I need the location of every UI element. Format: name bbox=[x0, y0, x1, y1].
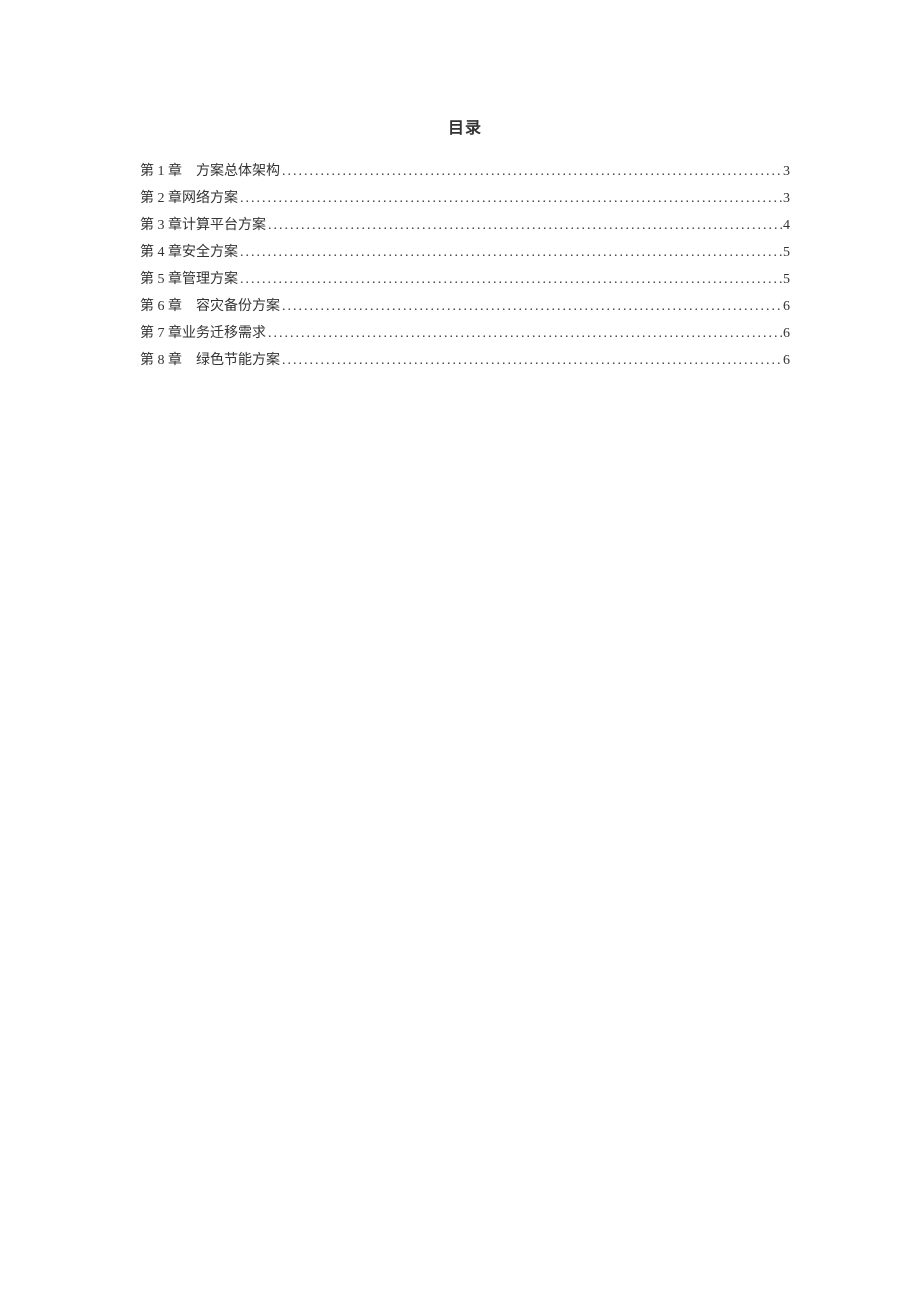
toc-list: 第 1 章 方案总体架构 3 第 2 章网络方案 3 第 3 章计算平台方案 4… bbox=[140, 158, 790, 374]
toc-entry: 第 3 章计算平台方案 4 bbox=[140, 212, 790, 239]
toc-entry-leader bbox=[238, 185, 783, 212]
toc-entry: 第 2 章网络方案 3 bbox=[140, 185, 790, 212]
toc-entry: 第 7 章业务迁移需求 6 bbox=[140, 320, 790, 347]
toc-entry: 第 6 章 容灾备份方案 6 bbox=[140, 293, 790, 320]
toc-entry-label: 第 8 章 绿色节能方案 bbox=[140, 347, 280, 374]
toc-entry-label: 第 2 章网络方案 bbox=[140, 185, 238, 212]
toc-entry-leader bbox=[266, 320, 783, 347]
toc-entry-label: 第 6 章 容灾备份方案 bbox=[140, 293, 280, 320]
toc-entry-page: 3 bbox=[783, 158, 790, 185]
toc-entry: 第 4 章安全方案 5 bbox=[140, 239, 790, 266]
toc-entry-label: 第 1 章 方案总体架构 bbox=[140, 158, 280, 185]
toc-entry-leader bbox=[266, 212, 783, 239]
toc-entry: 第 1 章 方案总体架构 3 bbox=[140, 158, 790, 185]
toc-entry-page: 6 bbox=[783, 293, 790, 320]
toc-entry-label: 第 4 章安全方案 bbox=[140, 239, 238, 266]
toc-title: 目录 bbox=[140, 114, 790, 138]
toc-entry-page: 6 bbox=[783, 320, 790, 347]
toc-entry-leader bbox=[280, 293, 783, 320]
toc-entry-page: 5 bbox=[783, 239, 790, 266]
toc-entry-page: 3 bbox=[783, 185, 790, 212]
toc-entry: 第 5 章管理方案 5 bbox=[140, 266, 790, 293]
toc-entry-page: 5 bbox=[783, 266, 790, 293]
toc-entry: 第 8 章 绿色节能方案 6 bbox=[140, 347, 790, 374]
toc-entry-leader bbox=[280, 347, 783, 374]
toc-entry-label: 第 5 章管理方案 bbox=[140, 266, 238, 293]
toc-entry-label: 第 7 章业务迁移需求 bbox=[140, 320, 266, 347]
toc-entry-leader bbox=[238, 239, 783, 266]
toc-entry-page: 4 bbox=[783, 212, 790, 239]
document-page: 目录 第 1 章 方案总体架构 3 第 2 章网络方案 3 第 3 章计算平台方… bbox=[0, 0, 920, 374]
toc-entry-leader bbox=[280, 158, 783, 185]
toc-entry-label: 第 3 章计算平台方案 bbox=[140, 212, 266, 239]
toc-entry-leader bbox=[238, 266, 783, 293]
toc-entry-page: 6 bbox=[783, 347, 790, 374]
